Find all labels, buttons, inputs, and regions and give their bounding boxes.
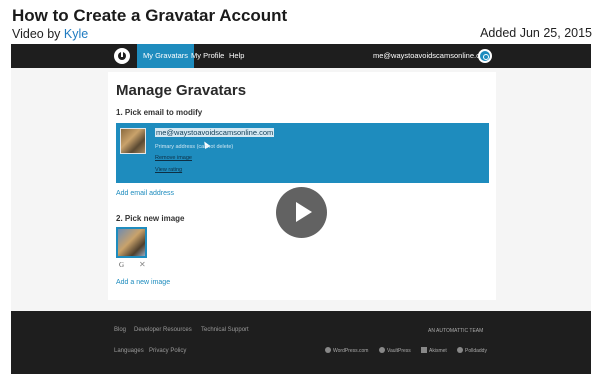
gravatar-logo-icon[interactable] — [114, 48, 130, 64]
play-icon[interactable] — [276, 187, 327, 238]
tab-help[interactable]: Help — [223, 44, 250, 68]
email-avatar — [120, 128, 146, 154]
add-image-link[interactable]: Add a new image — [116, 279, 170, 286]
manage-gravatars-card: Manage Gravatars 1. Pick email to modify… — [108, 72, 496, 300]
polldaddy-icon — [457, 347, 463, 353]
step2-heading: 2. Pick new image — [116, 214, 185, 223]
partner-polldaddy[interactable]: Polldaddy — [457, 347, 487, 354]
account-avatar-icon[interactable] — [478, 49, 492, 63]
view-rating-link[interactable]: View rating — [155, 167, 182, 173]
gravatar-navbar: My Gravatars My Profile Help me@waystoav… — [11, 44, 591, 68]
add-email-link[interactable]: Add email address — [116, 190, 174, 197]
partner-akismet[interactable]: Akismet — [421, 347, 447, 354]
gravatar-image-thumb[interactable] — [116, 227, 147, 258]
akismet-icon — [421, 347, 427, 353]
added-date: Added Jun 25, 2015 — [480, 26, 592, 40]
footer-link-blog[interactable]: Blog — [114, 327, 126, 333]
account-email[interactable]: me@waystoavoidscamsonline.com — [373, 44, 490, 68]
step1-heading: 1. Pick email to modify — [116, 108, 203, 117]
primary-note: Primary address (cannot delete) — [155, 144, 234, 150]
partner-wordpress[interactable]: WordPress.com — [325, 347, 368, 354]
video-player[interactable]: My Gravatars My Profile Help me@waystoav… — [11, 44, 591, 374]
rating-g-icon[interactable]: G — [119, 261, 124, 269]
author-link[interactable]: Kyle — [64, 27, 88, 41]
delete-image-icon[interactable]: ✕ — [139, 260, 146, 269]
footer-link-privacy[interactable]: Privacy Policy — [149, 348, 186, 354]
video-byline: Video by Kyle — [12, 27, 88, 41]
video-title: How to Create a Gravatar Account — [12, 6, 288, 25]
partner-vaultpress[interactable]: VaultPress — [379, 347, 411, 354]
footer-link-support[interactable]: Technical Support — [201, 327, 249, 333]
footer-link-languages[interactable]: Languages — [114, 348, 144, 354]
vaultpress-icon — [379, 347, 385, 353]
footer: Blog Developer Resources Technical Suppo… — [11, 311, 591, 374]
footer-link-dev[interactable]: Developer Resources — [134, 327, 192, 333]
byline-prefix: Video by — [12, 27, 64, 41]
remove-image-link[interactable]: Remove image — [155, 155, 192, 161]
video-header: How to Create a Gravatar Account Video b… — [12, 6, 592, 41]
page-title: Manage Gravatars — [116, 82, 247, 99]
wordpress-icon — [325, 347, 331, 353]
email-address: me@waystoavoidscamsonline.com — [155, 128, 275, 137]
email-row-selected[interactable]: me@waystoavoidscamsonline.com Primary ad… — [116, 123, 489, 183]
automattic-brand: AN AUTOMATTIC TEAM — [428, 328, 484, 334]
